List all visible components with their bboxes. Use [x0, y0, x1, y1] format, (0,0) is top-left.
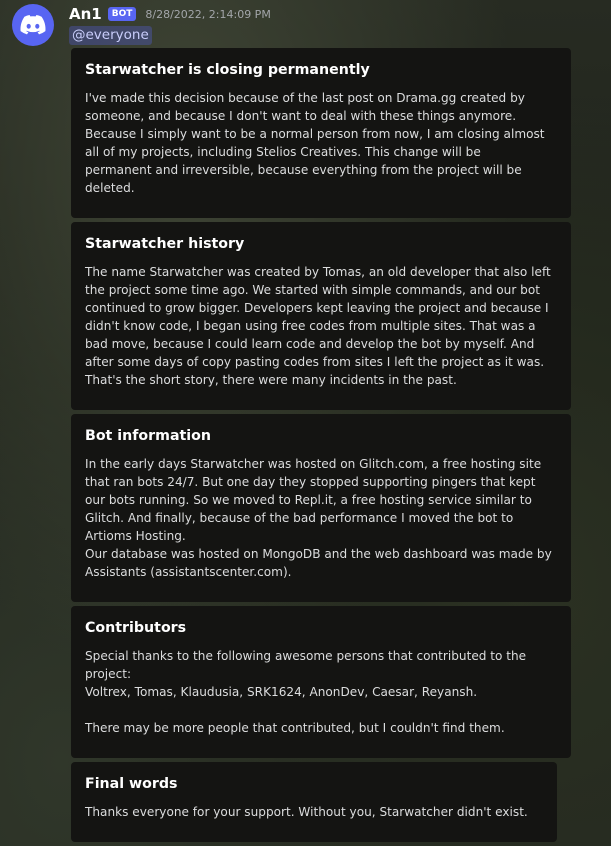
embed-line: permanent and irreversible, because ever…: [85, 163, 522, 177]
embed-line: Assistants (assistantscenter.com).: [85, 565, 292, 579]
message-header: An1 BOT 8/28/2022, 2:14:09 PM: [69, 4, 271, 24]
embed-line: the project some time ago. We started wi…: [85, 283, 540, 297]
embed-line: Voltrex, Tomas, Klaudusia, SRK1624, Anon…: [85, 685, 478, 699]
embed-line: continued to grow bigger. Developers kep…: [85, 301, 549, 315]
embed-line: after some days of copy pasting codes fr…: [85, 355, 545, 369]
embed-title: Bot information: [85, 428, 212, 444]
embed-description: Thanks everyone for your support. Withou…: [85, 803, 543, 821]
embed-line: Artioms Hosting.: [85, 529, 186, 543]
embed-line: someone, and because I don't want to dea…: [85, 109, 517, 123]
embed-bot-information: Bot information In the early days Starwa…: [71, 414, 571, 602]
embed-title: Starwatcher is closing permanently: [85, 62, 370, 78]
embed-line: Because I simply want to be a normal per…: [85, 127, 545, 141]
embed-line: bad move, because I could learn code and…: [85, 337, 535, 351]
embed-line: project:: [85, 667, 132, 681]
username[interactable]: An1: [69, 5, 102, 23]
embed-final-words: Final words Thanks everyone for your sup…: [71, 762, 557, 842]
embed-line: that ran bots 24/7. But one day they sto…: [85, 475, 536, 489]
embed-line: deleted.: [85, 181, 135, 195]
embed-line: Special thanks to the following awesome …: [85, 649, 527, 663]
embed-line: That's the short story, there were many …: [85, 373, 457, 387]
timestamp: 8/28/2022, 2:14:09 PM: [145, 7, 271, 21]
bot-badge: BOT: [107, 7, 137, 21]
embed-description: Special thanks to the following awesome …: [85, 647, 557, 737]
embed-title: Final words: [85, 776, 178, 792]
embed-description: In the early days Starwatcher was hosted…: [85, 455, 557, 581]
embed-title: Starwatcher history: [85, 236, 245, 252]
embed-line: The name Starwatcher was created by Toma…: [85, 265, 551, 279]
embed-closing: Starwatcher is closing permanently I've …: [71, 48, 571, 218]
embed-blank-line: [85, 701, 557, 719]
embed-line: didn't know code, I began using free cod…: [85, 319, 536, 333]
embed-line: There may be more people that contribute…: [85, 721, 505, 735]
embed-line: Glitch. And finally, because of the bad …: [85, 511, 514, 525]
embed-description: I've made this decision because of the l…: [85, 89, 557, 197]
embed-line: Our database was hosted on MongoDB and t…: [85, 547, 552, 561]
everyone-mention[interactable]: @everyone: [69, 26, 152, 45]
embed-line: our bots running. So we moved to Repl.it…: [85, 493, 532, 507]
embed-line: Thanks everyone for your support. Withou…: [85, 805, 528, 819]
embed-contributors: Contributors Special thanks to the follo…: [71, 606, 571, 758]
embed-line: In the early days Starwatcher was hosted…: [85, 457, 542, 471]
embed-history: Starwatcher history The name Starwatcher…: [71, 222, 571, 410]
embed-line: I've made this decision because of the l…: [85, 91, 525, 105]
avatar[interactable]: [12, 4, 54, 46]
embed-description: The name Starwatcher was created by Toma…: [85, 263, 557, 389]
embed-title: Contributors: [85, 620, 187, 636]
discord-logo-icon: [20, 15, 46, 35]
embed-line: all of my projects, including Stelios Cr…: [85, 145, 481, 159]
